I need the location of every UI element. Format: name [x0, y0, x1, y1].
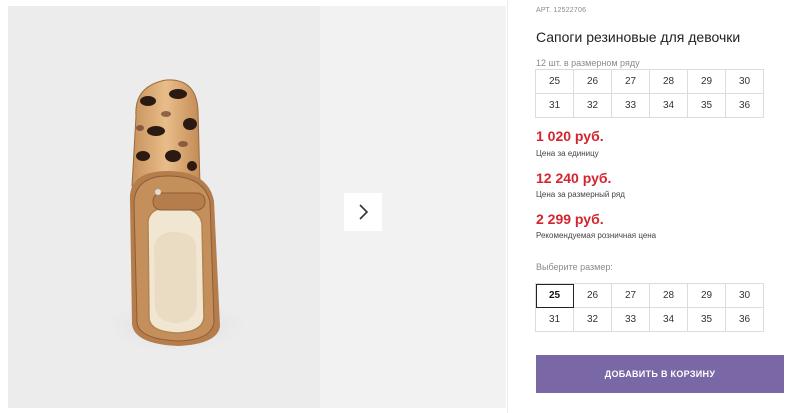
choose-size-label: Выберите размер: [536, 262, 613, 272]
boot-image [96, 79, 256, 356]
size-row-cell: 35 [688, 94, 726, 118]
size-option[interactable]: 32 [574, 308, 612, 332]
size-row-cell: 28 [650, 70, 688, 94]
row-price-label: Цена за размерный ряд [536, 190, 625, 199]
unit-price-label: Цена за единицу [536, 149, 599, 158]
row-price: 12 240 руб. [536, 170, 612, 186]
size-row-cell: 34 [650, 94, 688, 118]
chevron-right-icon [359, 204, 369, 220]
size-option[interactable]: 34 [650, 308, 688, 332]
unit-price: 1 020 руб. [536, 128, 604, 144]
size-row-cell: 32 [574, 94, 612, 118]
add-to-cart-button[interactable]: Добавить в корзину [536, 355, 784, 393]
size-row-cell: 30 [726, 70, 764, 94]
size-option[interactable]: 30 [726, 284, 764, 308]
size-row-cell: 25 [536, 70, 574, 94]
product-info-panel: АРТ. 12522706 Сапоги резиновые для девоч… [507, 0, 800, 413]
size-row-cell: 26 [574, 70, 612, 94]
size-row-cell: 27 [612, 70, 650, 94]
gallery-next-button[interactable] [344, 193, 382, 231]
size-row-cell: 36 [726, 94, 764, 118]
size-row-cell: 31 [536, 94, 574, 118]
size-option[interactable]: 28 [650, 284, 688, 308]
size-option[interactable]: 31 [536, 308, 574, 332]
size-row-grid: 25 26 27 28 29 30 31 32 33 34 35 36 [535, 69, 764, 118]
retail-price-label: Рекомендуемая розничная цена [536, 231, 657, 240]
product-title: Сапоги резиновые для девочки [536, 29, 741, 45]
size-option[interactable]: 35 [688, 308, 726, 332]
size-option[interactable]: 29 [688, 284, 726, 308]
product-gallery [0, 0, 506, 413]
product-photo [8, 6, 320, 408]
size-row-cell: 29 [688, 70, 726, 94]
size-option[interactable]: 33 [612, 308, 650, 332]
size-picker-grid: 25 26 27 28 29 30 31 32 33 34 35 36 [535, 283, 764, 332]
size-option[interactable]: 26 [574, 284, 612, 308]
size-option-selected[interactable]: 25 [536, 284, 574, 308]
size-option[interactable]: 27 [612, 284, 650, 308]
size-row-cell: 33 [612, 94, 650, 118]
size-row-note: 12 шт. в размерном ряду [536, 58, 640, 68]
size-option[interactable]: 36 [726, 308, 764, 332]
retail-price: 2 299 руб. [536, 211, 604, 227]
article-number: АРТ. 12522706 [536, 7, 587, 14]
